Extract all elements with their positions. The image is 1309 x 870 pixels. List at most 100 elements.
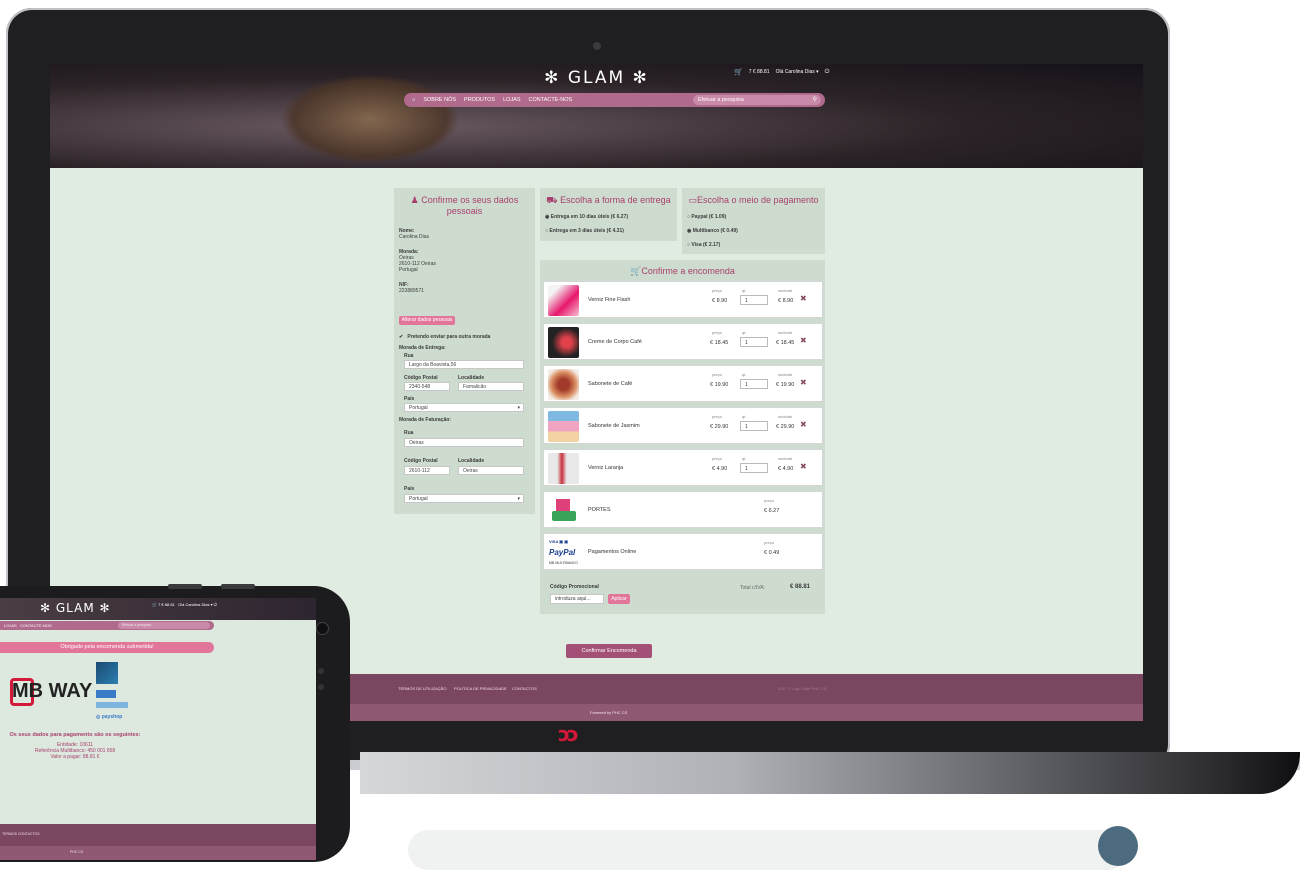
qty-input[interactable]: 1 — [740, 463, 768, 473]
payment-option-3[interactable]: ○ Visa (€ 2.17) — [687, 242, 720, 248]
cp-label: Código Postal — [404, 375, 438, 381]
subtotal-value: € 19.90 — [776, 382, 795, 388]
product-image[interactable] — [548, 411, 579, 442]
product-image[interactable] — [548, 285, 579, 316]
phone-info-heading: Os seus dados para pagamento são os segu… — [9, 732, 141, 738]
personal-title-text: Confirme os seus dados pessoais — [421, 195, 519, 216]
price-header: preço — [712, 288, 723, 293]
qty-input[interactable]: 1 — [740, 295, 768, 305]
loc-input[interactable]: Famalicão — [458, 382, 524, 391]
phone-user-area[interactable]: 🛒 7 € 88.81 Olá Carolina Dias ▾ ⏻ — [152, 602, 217, 607]
product-image[interactable] — [548, 327, 579, 358]
laptop-camera — [593, 42, 601, 50]
footer-privacy-link[interactable]: POLÍTICA DE PRIVACIDADE — [454, 686, 507, 691]
confirm-order-button[interactable]: Confirmar Encomenda — [566, 644, 652, 658]
product-image[interactable] — [548, 453, 579, 484]
product-name[interactable]: Sabonete de Jasmim — [588, 423, 640, 429]
cart-summary[interactable]: 7 € 88.81 — [749, 69, 770, 75]
order-item: Creme de Corpo Café preço qt. subtotal €… — [543, 323, 823, 360]
loc-label: Localidade — [458, 375, 485, 381]
phone-nav-contacte[interactable]: CONTACTE-NOS — [20, 623, 52, 628]
qty-input[interactable]: 1 — [740, 379, 768, 389]
other-address-checkbox[interactable]: ✔ Pretendo enviar para outra morada — [399, 334, 490, 340]
nav-sobre[interactable]: SOBRE NÓS — [423, 97, 456, 103]
site-logo[interactable]: ✻ GLAM ✻ — [50, 68, 1143, 88]
delivery-title-text: Escolha a forma de entrega — [560, 195, 671, 205]
change-data-button[interactable]: Alterar dados pessoais — [399, 316, 455, 325]
price-header: preço — [764, 540, 775, 545]
online-payment-row: VISA ▣ ▣ PayPal MB MULTIBANCO Pagamentos… — [543, 533, 823, 570]
subtotal-header: subtotal — [778, 330, 793, 335]
order-title-text: Confirme a encomenda — [641, 266, 735, 276]
card-icon: ▭ — [688, 195, 697, 205]
phone-button — [168, 584, 202, 589]
phone-nav-lojas[interactable]: LOJAS — [4, 623, 17, 628]
rua-input[interactable]: Largo da Boavista,56 — [404, 360, 524, 369]
product-name[interactable]: Verniz Laranja — [588, 465, 623, 471]
main-nav: ⌂ SOBRE NÓS PRODUTOS LOJAS CONTACTE-NOS … — [404, 93, 825, 107]
nav-contacte[interactable]: CONTACTE-NOS — [529, 97, 573, 103]
remove-icon[interactable]: ✖ — [800, 420, 807, 429]
phone-powered-by[interactable]: PHC CS — [70, 850, 83, 854]
delivery-title: ⛟ Escolha a forma de entrega — [540, 195, 677, 206]
delivery-heading: Morada de Entrega: — [399, 345, 446, 351]
qty-input[interactable]: 1 — [740, 421, 768, 431]
truck-icon — [548, 495, 579, 526]
remove-icon[interactable]: ✖ — [800, 462, 807, 471]
payment-logos-icon: VISA ▣ ▣ PayPal MB MULTIBANCO — [548, 537, 579, 568]
remove-icon[interactable]: ✖ — [800, 294, 807, 303]
product-name[interactable]: Verniz Fine Flash — [588, 297, 631, 303]
product-image[interactable] — [548, 369, 579, 400]
phone-search-input[interactable]: Efetuar a pesquisa — [118, 622, 210, 629]
billing-loc-input[interactable]: Oeiras — [458, 466, 524, 475]
delivery-option-1[interactable]: ◉ Entrega em 10 dias úteis (€ 6.27) — [545, 214, 628, 220]
footer-terms-link[interactable]: TERMOS DE UTILIZAÇÃO — [398, 686, 446, 691]
footer-copyright: 2017 © Loja Glam PHC CS — [778, 686, 827, 691]
order-title: 🛒Confirme a encomenda — [540, 266, 825, 277]
phone-logo[interactable]: ✻ GLAM ✻ — [40, 601, 111, 615]
apply-button[interactable]: Aplicar — [608, 594, 630, 604]
qty-input[interactable]: 1 — [740, 337, 768, 347]
remove-icon[interactable]: ✖ — [800, 378, 807, 387]
cp-input[interactable]: 2340-548 — [404, 382, 450, 391]
delivery-option-2[interactable]: ○ Entrega em 3 dias úteis (€ 4.31) — [545, 228, 624, 234]
billing-heading: Morada de Faturação: — [399, 417, 451, 423]
laptop-base — [360, 752, 1300, 794]
product-name[interactable]: Sabonete de Café — [588, 381, 632, 387]
search-icon[interactable]: ⚲ — [813, 95, 817, 105]
name-value: Carolina Dias — [399, 234, 430, 240]
pais-value: Portugal — [409, 405, 428, 411]
other-address-text: Pretendo enviar para outra morada — [407, 334, 491, 340]
user-greeting[interactable]: Olá Carolina Dias ▾ — [776, 69, 819, 75]
powered-by[interactable]: Powered by PHC CS — [590, 710, 627, 715]
promo-input[interactable]: introduza aqui... — [550, 594, 604, 604]
billing-rua-label: Rua — [404, 430, 414, 436]
footer-contacts-link[interactable]: CONTACTOS — [512, 686, 537, 691]
billing-pais-value: Portugal — [409, 496, 428, 502]
delivery-option-2-label: Entrega em 3 dias úteis (€ 4.31) — [549, 228, 624, 234]
product-name[interactable]: Creme de Corpo Café — [588, 339, 642, 345]
nav-produtos[interactable]: PRODUTOS — [464, 97, 495, 103]
payment-option-2[interactable]: ◉ Multibanco (€ 0.49) — [687, 228, 738, 234]
payment-option-1[interactable]: ○ Paypal (€ 1.09) — [687, 214, 726, 220]
online-payment-price: € 0.49 — [764, 550, 780, 556]
phone-camera — [316, 622, 329, 635]
price-header: preço — [712, 456, 723, 461]
billing-pais-select[interactable]: Portugal ▾ — [404, 494, 524, 503]
billing-cp-label: Código Postal — [404, 458, 438, 464]
billing-pais-label: País — [404, 486, 415, 492]
billing-rua-input[interactable]: Oeiras — [404, 438, 524, 447]
power-icon[interactable]: ⏻ — [825, 69, 830, 76]
pais-select[interactable]: Portugal ▾ — [404, 403, 524, 412]
nav-lojas[interactable]: LOJAS — [503, 97, 520, 103]
personal-panel: ♟ Confirme os seus dados pessoais Nome: … — [394, 188, 535, 514]
phone-footer-links[interactable]: TERMOS CONTACTOS — [2, 832, 40, 836]
remove-icon[interactable]: ✖ — [800, 336, 807, 345]
payment-option-3-label: Visa (€ 2.17) — [691, 242, 721, 248]
home-icon[interactable]: ⌂ — [412, 97, 415, 103]
total-label: Total c/IVA: — [740, 585, 765, 591]
phone-button — [221, 584, 255, 589]
billing-cp-input[interactable]: 2610-112 — [404, 466, 450, 475]
cart-icon[interactable]: 🛒 — [734, 68, 743, 76]
search-input[interactable]: Efetuar a pesquisa ⚲ — [693, 95, 821, 105]
